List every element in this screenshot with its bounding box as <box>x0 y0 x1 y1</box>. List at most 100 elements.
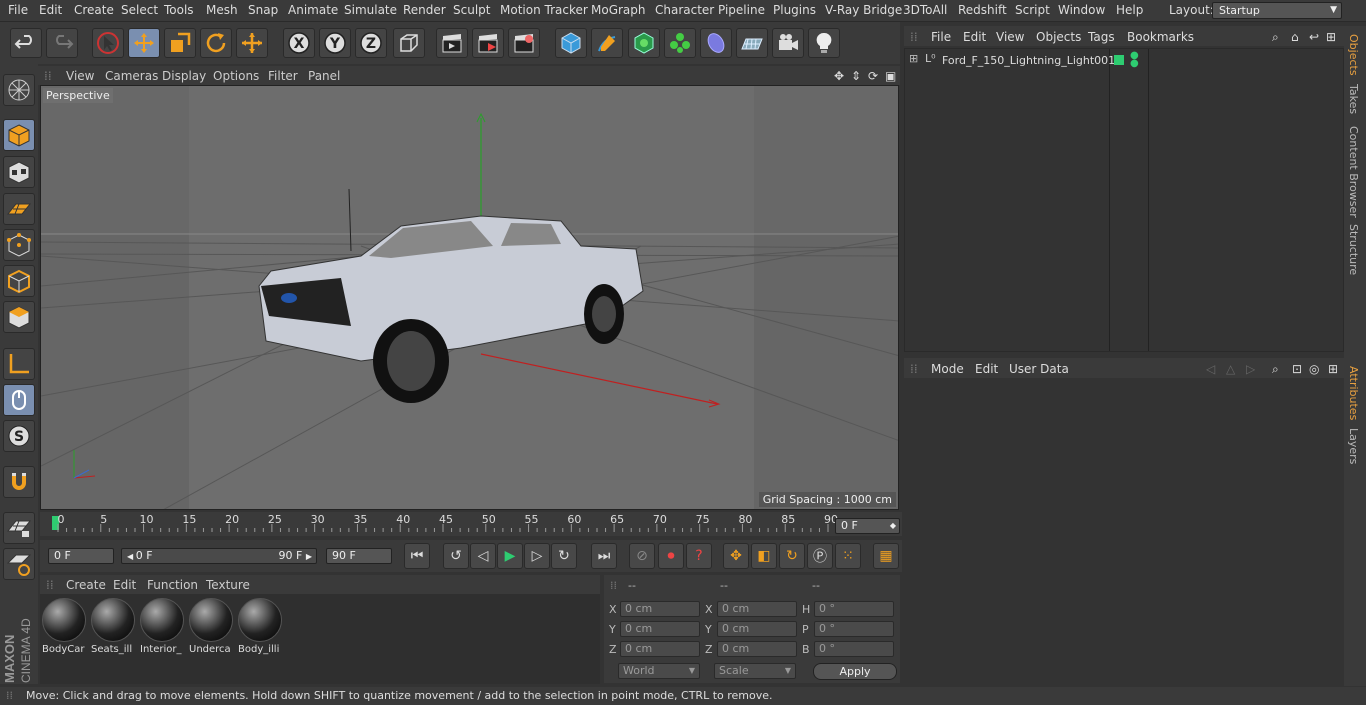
vp-menu-display[interactable]: Display <box>162 69 206 83</box>
menu-pipeline[interactable]: Pipeline <box>718 3 765 17</box>
play-button[interactable]: ▶ <box>497 543 523 569</box>
material-item[interactable]: Body_illi <box>238 598 284 658</box>
viewport-camera-label[interactable]: Perspective <box>43 88 113 103</box>
tweak-mode-button[interactable] <box>3 384 35 416</box>
mat-menu-texture[interactable]: Texture <box>206 578 250 592</box>
start-frame-field[interactable]: 0 F <box>48 548 114 564</box>
material-item[interactable]: Interior_ <box>140 598 186 658</box>
frame-range-slider[interactable]: ◀ 0 F 90 F ▶ <box>121 548 317 564</box>
pen-spline-button[interactable] <box>591 28 623 58</box>
polygons-mode-button[interactable] <box>3 301 35 333</box>
tab-objects[interactable]: Objects <box>1347 34 1360 76</box>
key-position-button[interactable]: ✥ <box>723 543 749 569</box>
z-axis-button[interactable]: Z <box>355 28 387 58</box>
menu-file[interactable]: File <box>8 3 28 17</box>
obj-menu-view[interactable]: View <box>996 30 1024 44</box>
menu-edit[interactable]: Edit <box>39 3 62 17</box>
floor-button[interactable] <box>736 28 768 58</box>
cube-button[interactable] <box>555 28 587 58</box>
texture-mode-button[interactable] <box>3 156 35 188</box>
expand-icon[interactable]: ⊞ <box>909 52 918 65</box>
vp-menu-options[interactable]: Options <box>213 69 259 83</box>
solo-mode-button[interactable]: S <box>3 420 35 452</box>
forward-arrow-icon[interactable]: ▷ <box>1246 362 1255 376</box>
lock-icon[interactable]: ⊡ <box>1292 362 1302 376</box>
size-z-field[interactable]: 0 cm <box>717 641 797 657</box>
scale-select[interactable]: Scale ▼ <box>714 663 796 679</box>
goto-end-button[interactable]: ⏭ <box>591 543 617 569</box>
size-y-field[interactable]: 0 cm <box>717 621 797 637</box>
workplane-align-button[interactable] <box>3 548 35 580</box>
tab-takes[interactable]: Takes <box>1347 84 1360 114</box>
menu-mesh[interactable]: Mesh <box>206 3 238 17</box>
menu-script[interactable]: Script <box>1015 3 1050 17</box>
menu-help[interactable]: Help <box>1116 3 1143 17</box>
rotation-p-field[interactable]: 0 ° <box>814 621 894 637</box>
move-tool-button[interactable] <box>128 28 160 58</box>
autokey-button[interactable]: ⏺ <box>658 543 684 569</box>
rotation-b-field[interactable]: 0 ° <box>814 641 894 657</box>
layout-select[interactable]: Startup ▼ <box>1212 2 1342 19</box>
tab-layers[interactable]: Layers <box>1347 428 1360 464</box>
record-keys-button[interactable]: ⊘ <box>629 543 655 569</box>
subdivision-button[interactable] <box>628 28 660 58</box>
obj-menu-tags[interactable]: Tags <box>1088 30 1115 44</box>
x-axis-button[interactable]: X <box>283 28 315 58</box>
tab-content-browser[interactable]: Content Browser <box>1347 126 1360 218</box>
menu-sculpt[interactable]: Sculpt <box>453 3 490 17</box>
menu-snap[interactable]: Snap <box>248 3 278 17</box>
new-window-icon[interactable]: ⊞ <box>1328 362 1338 376</box>
new-window-icon[interactable]: ⊞ <box>1326 30 1336 44</box>
mat-menu-create[interactable]: Create <box>66 578 106 592</box>
render-view-button[interactable] <box>436 28 468 58</box>
drag-handle-icon[interactable]: ⁞⁞ <box>6 689 13 702</box>
transform-tool-button[interactable] <box>236 28 268 58</box>
position-y-field[interactable]: 0 cm <box>620 621 700 637</box>
key-pla-button[interactable]: ⁙ <box>835 543 861 569</box>
drag-handle-icon[interactable]: ⁞⁞ <box>610 579 617 592</box>
up-arrow-icon[interactable]: △ <box>1226 362 1235 376</box>
menu-character[interactable]: Character <box>655 3 714 17</box>
menu-select[interactable]: Select <box>121 3 158 17</box>
search-icon[interactable]: ⌕ <box>1272 362 1279 377</box>
material-item[interactable]: Underca <box>189 598 235 658</box>
visibility-dots-icon[interactable]: ● ● <box>1130 51 1139 69</box>
menu-window[interactable]: Window <box>1058 3 1105 17</box>
vp-menu-cameras[interactable]: Cameras <box>105 69 158 83</box>
drag-handle-icon[interactable]: ⁞⁞ <box>910 362 918 376</box>
menu-redshift[interactable]: Redshift <box>958 3 1007 17</box>
stepper-icon[interactable]: ◆ <box>890 519 896 533</box>
mat-menu-edit[interactable]: Edit <box>113 578 136 592</box>
back-arrow-icon[interactable]: ◁ <box>1206 362 1215 376</box>
apply-button[interactable]: Apply <box>813 663 897 680</box>
model-mode-button[interactable] <box>3 119 35 151</box>
search-icon[interactable]: ⌕ <box>1272 30 1279 45</box>
size-x-field[interactable]: 0 cm <box>717 601 797 617</box>
menu-vray-bridge[interactable]: V-Ray Bridge <box>825 3 902 17</box>
render-settings-button[interactable] <box>508 28 540 58</box>
vp-menu-panel[interactable]: Panel <box>308 69 340 83</box>
menu-tools[interactable]: Tools <box>164 3 194 17</box>
coordinate-system-button[interactable] <box>393 28 425 58</box>
tab-attributes[interactable]: Attributes <box>1347 366 1360 420</box>
render-to-picture-viewer-button[interactable] <box>472 28 504 58</box>
attr-menu-mode[interactable]: Mode <box>931 362 964 376</box>
prev-key-button[interactable]: ↺ <box>443 543 469 569</box>
menu-3dtoall[interactable]: 3DToAll <box>903 3 947 17</box>
deformer-button[interactable] <box>700 28 732 58</box>
workplane-button[interactable] <box>3 193 35 225</box>
snapping-button[interactable] <box>3 466 35 498</box>
move-view-icon[interactable]: ✥ <box>834 69 844 83</box>
home-icon[interactable]: ⌂ <box>1291 30 1299 44</box>
key-parameter-button[interactable]: Ⓟ <box>807 543 833 569</box>
target-icon[interactable]: ◎ <box>1309 362 1319 376</box>
goto-start-button[interactable]: ⏮ <box>404 543 430 569</box>
cloner-button[interactable] <box>664 28 696 58</box>
key-rotation-button[interactable]: ↻ <box>779 543 805 569</box>
edges-mode-button[interactable] <box>3 265 35 297</box>
keyframe-selection-button[interactable]: ? <box>686 543 712 569</box>
position-z-field[interactable]: 0 cm <box>620 641 700 657</box>
redo-button[interactable] <box>46 28 78 58</box>
next-key-button[interactable]: ↻ <box>551 543 577 569</box>
vp-menu-view[interactable]: View <box>66 69 94 83</box>
